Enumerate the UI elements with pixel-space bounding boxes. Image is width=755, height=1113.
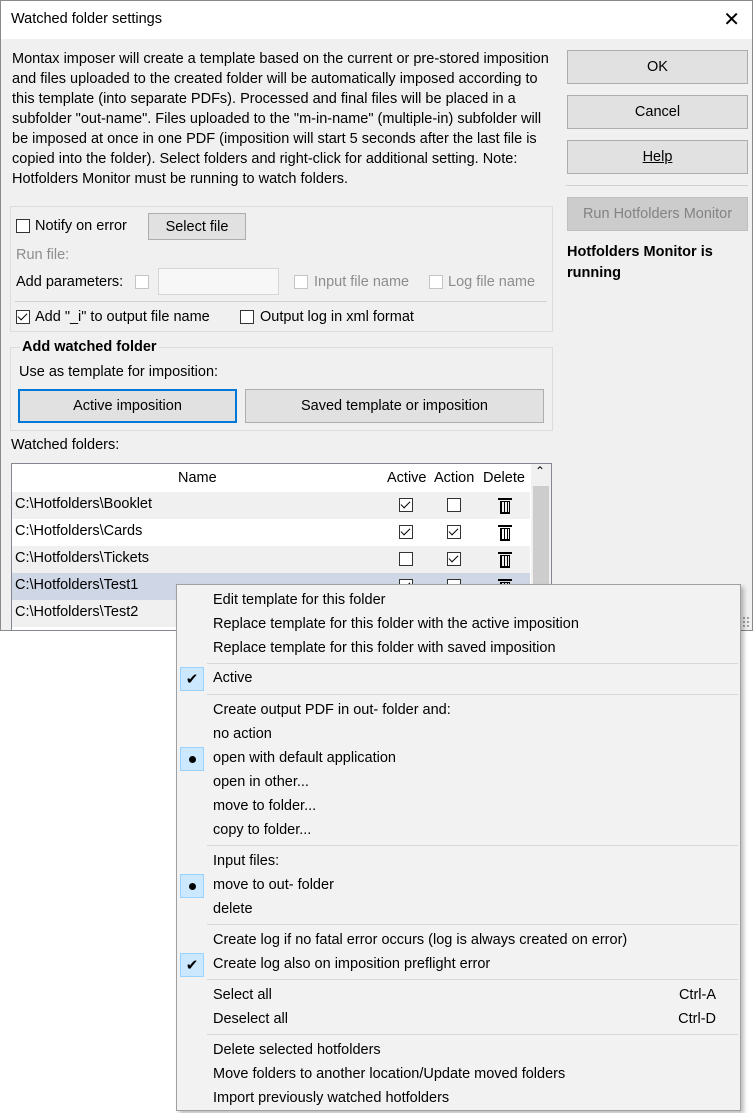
menu-separator <box>207 924 738 925</box>
menu-item-move-to-folder[interactable]: move to folder... <box>177 795 740 819</box>
folder-name: C:\Hotfolders\Cards <box>15 523 143 539</box>
description-text: Montax imposer will create a template ba… <box>12 51 549 187</box>
menu-item-deselect-all[interactable]: Deselect all Ctrl-D <box>177 1008 740 1032</box>
action-checkbox[interactable] <box>447 552 461 566</box>
menu-separator <box>207 845 738 846</box>
check-icon: ✔ <box>180 953 204 977</box>
folder-name: C:\Hotfolders\Test1 <box>15 577 139 593</box>
add-parameters-label: Add parameters: <box>16 274 124 290</box>
cancel-button[interactable]: Cancel <box>567 95 748 129</box>
radio-dot-icon <box>180 874 204 898</box>
menu-item-delete-input[interactable]: delete <box>177 898 740 922</box>
run-file-label: Run file: <box>16 247 70 263</box>
notify-on-error-checkbox[interactable] <box>16 219 30 233</box>
column-action-header[interactable]: Action <box>434 470 474 486</box>
scroll-up-icon[interactable]: ⌃ <box>535 464 545 478</box>
add-watched-folder-heading: Add watched folder <box>20 339 159 355</box>
menu-item-edit-template[interactable]: Edit template for this folder <box>177 589 740 613</box>
folder-name: C:\Hotfolders\Booklet <box>15 496 153 512</box>
check-icon: ✔ <box>180 667 204 691</box>
input-file-name-checkbox[interactable] <box>294 275 308 289</box>
trash-icon[interactable] <box>498 498 512 514</box>
monitor-status-text: Hotfolders Monitor is running <box>567 244 713 281</box>
add-i-label: Add "_i" to output file name <box>35 309 210 325</box>
column-name-header[interactable]: Name <box>178 470 217 486</box>
folder-name: C:\Hotfolders\Tickets <box>15 550 150 566</box>
menu-item-input-files-heading: Input files: <box>213 853 280 869</box>
select-all-shortcut: Ctrl-A <box>678 987 716 1003</box>
menu-item-delete-selected[interactable]: Delete selected hotfolders <box>177 1039 740 1063</box>
radio-dot-icon <box>180 747 204 771</box>
output-log-xml-label: Output log in xml format <box>260 309 414 325</box>
context-menu: Edit template for this folder Replace te… <box>176 584 741 1111</box>
title-bar: Watched folder settings ✕ <box>1 1 752 39</box>
window-title: Watched folder settings <box>11 11 162 27</box>
menu-item-import-previous[interactable]: Import previously watched hotfolders <box>177 1087 740 1111</box>
table-row[interactable]: C:\Hotfolders\Cards <box>12 519 530 546</box>
watched-folder-settings-dialog: Watched folder settings ✕ Montax imposer… <box>0 0 753 631</box>
trash-icon[interactable] <box>498 525 512 541</box>
menu-separator <box>207 694 738 695</box>
menu-separator <box>207 979 738 980</box>
help-button[interactable]: Help <box>567 140 748 174</box>
menu-item-create-output-heading: Create output PDF in out- folder and: <box>213 702 451 718</box>
log-file-name-checkbox[interactable] <box>429 275 443 289</box>
active-imposition-button[interactable]: Active imposition <box>18 389 237 423</box>
menu-item-select-all[interactable]: Select all Ctrl-A <box>177 984 740 1008</box>
menu-item-active[interactable]: ✔ Active <box>177 667 740 691</box>
menu-item-move-folders[interactable]: Move folders to another location/Update … <box>177 1063 740 1087</box>
menu-item-move-to-out[interactable]: move to out- folder <box>177 874 740 898</box>
use-as-template-label: Use as template for imposition: <box>19 364 219 380</box>
notify-on-error-label: Notify on error <box>35 218 127 234</box>
close-icon[interactable]: ✕ <box>723 7 740 32</box>
menu-item-open-default[interactable]: open with default application <box>177 747 740 771</box>
action-checkbox[interactable] <box>447 498 461 512</box>
menu-separator <box>207 1034 738 1035</box>
input-file-name-label: Input file name <box>314 274 410 290</box>
column-delete-header[interactable]: Delete <box>483 470 525 486</box>
watched-folders-label: Watched folders: <box>11 437 120 453</box>
active-checkbox[interactable] <box>399 552 413 566</box>
output-log-xml-checkbox[interactable] <box>240 310 254 324</box>
active-checkbox[interactable] <box>399 498 413 512</box>
menu-item-replace-active[interactable]: Replace template for this folder with th… <box>177 613 740 637</box>
log-file-name-label: Log file name <box>448 274 536 290</box>
parameters-input[interactable] <box>158 268 279 295</box>
divider <box>566 185 748 186</box>
menu-item-create-log-no-fatal[interactable]: Create log if no fatal error occurs (log… <box>177 929 740 953</box>
run-hotfolders-monitor-button[interactable]: Run Hotfolders Monitor <box>567 197 748 231</box>
menu-item-no-action[interactable]: no action <box>177 723 740 747</box>
list-header: Name Active Action Delete <box>12 464 530 492</box>
ok-button[interactable]: OK <box>567 50 748 84</box>
menu-item-create-log-preflight[interactable]: ✔ Create log also on imposition prefligh… <box>177 953 740 977</box>
menu-item-open-other[interactable]: open in other... <box>177 771 740 795</box>
menu-item-copy-to-folder[interactable]: copy to folder... <box>177 819 740 843</box>
column-active-header[interactable]: Active <box>387 470 427 486</box>
active-checkbox[interactable] <box>399 525 413 539</box>
menu-item-replace-saved[interactable]: Replace template for this folder with sa… <box>177 637 740 661</box>
trash-icon[interactable] <box>498 552 512 568</box>
saved-template-button[interactable]: Saved template or imposition <box>245 389 544 423</box>
table-row[interactable]: C:\Hotfolders\Tickets <box>12 546 530 573</box>
options-divider <box>15 301 547 302</box>
menu-separator <box>207 663 738 664</box>
add-i-checkbox[interactable] <box>16 310 30 324</box>
select-file-button[interactable]: Select file <box>148 213 246 240</box>
table-row[interactable]: C:\Hotfolders\Booklet <box>12 492 530 519</box>
add-parameters-checkbox[interactable] <box>135 275 149 289</box>
folder-name: C:\Hotfolders\Test2 <box>15 604 139 620</box>
action-checkbox[interactable] <box>447 525 461 539</box>
deselect-all-shortcut: Ctrl-D <box>678 1011 716 1027</box>
